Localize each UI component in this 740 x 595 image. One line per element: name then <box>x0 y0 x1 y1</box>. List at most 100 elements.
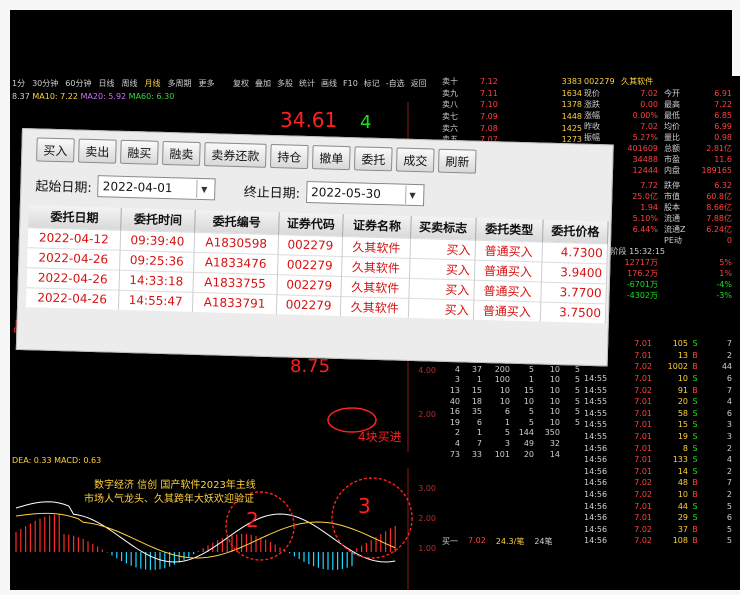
fills-button[interactable]: 成交 <box>396 147 435 173</box>
tick-time: 14:55 <box>584 408 608 418</box>
tick-side: B <box>692 524 698 534</box>
orderbook-row[interactable]: 卖六 7.08 1425 <box>442 122 592 134</box>
period-multi[interactable]: 多周期 <box>167 78 191 89</box>
macd-tick: 3.00 <box>418 484 436 493</box>
detail-cell: 10 <box>549 385 560 395</box>
detail-cell: 40 <box>449 396 460 406</box>
dif-line <box>15 501 396 563</box>
column-header[interactable]: 委托时间 <box>120 207 196 232</box>
tick-count: 4 <box>726 397 732 407</box>
orderbook-row[interactable]: 卖七 7.09 1448 <box>442 111 592 123</box>
tick-side: B <box>692 536 698 546</box>
column-header[interactable]: 委托编号 <box>194 209 279 235</box>
end-date-field[interactable]: 2022-05-30 ▼ <box>305 180 425 207</box>
quote-row: 昨收 7.02 均价 6.99 <box>584 121 740 132</box>
ma-first: 8.37 <box>12 92 30 101</box>
quote-value: 8.66亿 <box>706 203 732 212</box>
tool-f10[interactable]: F10 <box>343 79 358 88</box>
chevron-down-icon[interactable]: ▼ <box>404 185 420 205</box>
detail-cell: 33 <box>471 449 482 459</box>
photo-frame: 1分 30分钟 60分钟 日线 周线 月线 多周期 更多 复权 叠加 多股 统计… <box>0 0 740 595</box>
detail-row: 13 15 10 15 10 5 <box>442 385 584 396</box>
column-header[interactable]: 委托日期 <box>28 205 122 230</box>
tick-time: 14:56 <box>584 513 608 523</box>
low-price-label: 8.75 <box>290 356 331 377</box>
quote-value: 6.99 <box>714 122 732 131</box>
price-tick: 4.00 <box>418 366 436 375</box>
column-header[interactable]: 证券名称 <box>343 214 411 238</box>
quote-label: 流通Z <box>664 225 686 234</box>
tick-price: 7.01 <box>634 432 652 442</box>
column-header[interactable]: 委托价格 <box>542 219 609 244</box>
orders-button[interactable]: 委托 <box>354 146 393 172</box>
tick-side: B <box>692 490 698 500</box>
tool-mark[interactable]: 标记 <box>364 78 380 89</box>
period-month[interactable]: 月线 <box>144 78 160 89</box>
period-30m[interactable]: 30分钟 <box>32 78 58 89</box>
detail-cell: 35 <box>471 407 482 417</box>
tick-price: 7.01 <box>634 374 652 384</box>
period-more[interactable]: 更多 <box>198 78 214 89</box>
refresh-button[interactable]: 刷新 <box>438 148 477 174</box>
period-day[interactable]: 日线 <box>98 78 114 89</box>
tool-watchlist[interactable]: -自选 <box>386 78 405 89</box>
tool-draw[interactable]: 画线 <box>321 78 337 89</box>
tool-back[interactable]: 返回 <box>411 78 427 89</box>
quote-label: 市盈 <box>664 155 680 164</box>
table-cell: 久其软件 <box>341 275 410 298</box>
tick-row: 14:55 7.01 15 S 3 <box>584 419 740 431</box>
table-cell: 久其软件 <box>342 236 411 258</box>
tick-row: 14:55 7.01 19 S 3 <box>584 431 740 443</box>
detail-cell: 5 <box>574 385 580 395</box>
orderbook-row[interactable]: 卖十 7.12 3383 <box>442 76 592 88</box>
orderbook-volume: 1448 <box>561 112 582 122</box>
start-date-field[interactable]: 2022-04-01 ▼ <box>97 175 217 201</box>
tool-stats[interactable]: 统计 <box>299 78 315 89</box>
chevron-down-icon[interactable]: ▼ <box>196 179 212 199</box>
macd-legend: DEA: 0.33 MACD: 0.63 <box>12 456 102 465</box>
table-cell: 普通买入 <box>474 239 543 262</box>
period-60m[interactable]: 60分钟 <box>65 78 91 89</box>
tick-volume: 20 <box>677 397 688 407</box>
buy-button[interactable]: 买入 <box>36 137 75 163</box>
orderbook-row[interactable]: 卖八 7.10 1378 <box>442 99 592 111</box>
tool-multistock[interactable]: 多股 <box>277 78 293 89</box>
column-header[interactable]: 委托类型 <box>475 217 544 242</box>
tick-time: 14:56 <box>584 466 608 476</box>
margin-sell-button[interactable]: 融卖 <box>162 140 201 166</box>
orderbook-row[interactable]: 卖九 7.11 1634 <box>442 88 592 100</box>
quote-label: 涨幅 <box>584 111 600 120</box>
tick-row: 14:56 7.02 48 B 7 <box>584 477 740 489</box>
detail-row: 19 6 1 5 10 5 <box>442 417 584 428</box>
tick-price: 7.01 <box>634 408 652 418</box>
column-header[interactable]: 买卖标志 <box>410 215 476 240</box>
tick-count: 6 <box>726 513 732 523</box>
detail-cell: 10 <box>523 396 534 406</box>
tick-side: S <box>692 408 698 418</box>
period-week[interactable]: 周线 <box>121 78 137 89</box>
period-1m[interactable]: 1分 <box>12 78 25 89</box>
detail-row: 2 1 5 144 350 <box>442 428 584 439</box>
quote-value: -6701万 <box>626 280 658 289</box>
table-cell: 买入 <box>409 257 475 280</box>
sell-button[interactable]: 卖出 <box>78 138 117 164</box>
tick-row: 14:55 7.01 20 S 4 <box>584 396 740 408</box>
table-cell: A1833476 <box>193 251 278 275</box>
tick-side: B <box>692 350 698 360</box>
column-header[interactable]: 证券代码 <box>278 212 344 237</box>
tool-overlay[interactable]: 叠加 <box>255 78 271 89</box>
orderbook-price: 7.10 <box>480 100 498 110</box>
tick-price: 7.02 <box>634 536 652 546</box>
tick-side: B <box>692 385 698 395</box>
detail-cell: 10 <box>549 407 560 417</box>
tick-side: S <box>692 339 698 349</box>
cancel-order-button[interactable]: 撤单 <box>312 145 351 171</box>
positions-button[interactable]: 持仓 <box>270 143 309 170</box>
detail-cell: 100 <box>494 375 510 385</box>
tick-price: 7.01 <box>634 339 652 349</box>
sell-repay-button[interactable]: 卖券还款 <box>204 142 267 168</box>
tick-count: 5 <box>726 501 732 511</box>
tick-price: 7.02 <box>634 524 652 534</box>
tool-restore[interactable]: 复权 <box>233 78 249 89</box>
margin-buy-button[interactable]: 融买 <box>120 139 159 165</box>
